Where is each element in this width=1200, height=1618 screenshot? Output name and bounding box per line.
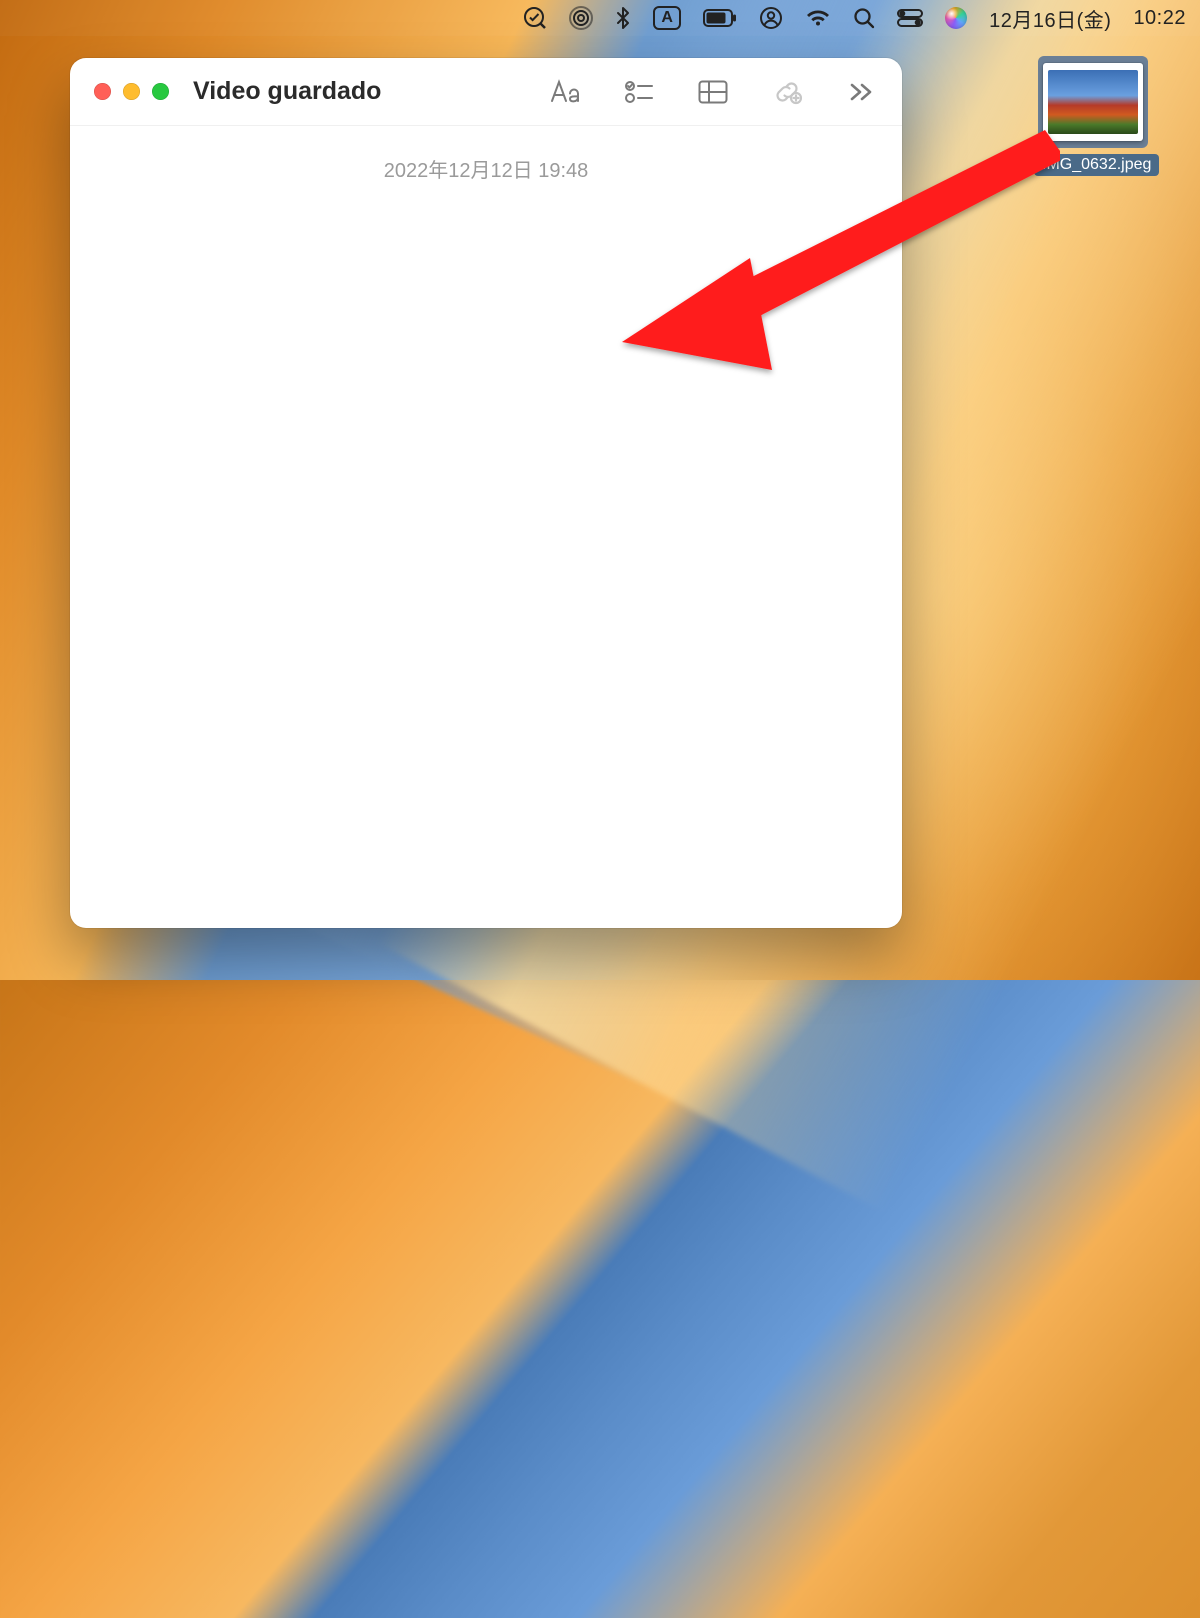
- siri-icon[interactable]: [945, 7, 967, 29]
- close-button[interactable]: [94, 83, 111, 100]
- zoom-button[interactable]: [152, 83, 169, 100]
- notes-window: Video guardado: [70, 58, 902, 928]
- traffic-lights: [94, 83, 169, 100]
- file-thumbnail-image: [1048, 70, 1138, 134]
- minimize-button[interactable]: [123, 83, 140, 100]
- ime-letter: A: [653, 6, 681, 30]
- battery-icon[interactable]: [703, 9, 737, 27]
- window-title: Video guardado: [193, 77, 381, 106]
- input-source-indicator[interactable]: A: [653, 6, 681, 30]
- user-account-icon[interactable]: [759, 6, 783, 30]
- checklist-button[interactable]: [622, 75, 656, 109]
- control-center-icon[interactable]: [897, 9, 923, 27]
- window-titlebar[interactable]: Video guardado: [70, 58, 902, 126]
- spotlight-search-icon[interactable]: [853, 7, 875, 29]
- menubar-time[interactable]: 10:22: [1133, 7, 1186, 30]
- wifi-icon[interactable]: [805, 8, 831, 28]
- notes-toolbar: [381, 75, 878, 109]
- menubar: A 12月16日(金) 10:22: [0, 0, 1200, 36]
- file-name-label: IMG_0632.jpeg: [1034, 154, 1159, 176]
- file-selection-highlight: [1038, 56, 1148, 148]
- format-button[interactable]: [548, 75, 582, 109]
- link-button[interactable]: [770, 75, 804, 109]
- table-button[interactable]: [696, 75, 730, 109]
- bluetooth-icon[interactable]: [615, 6, 631, 30]
- menubar-date[interactable]: 12月16日(金): [989, 4, 1111, 33]
- desktop-file[interactable]: IMG_0632.jpeg: [1034, 56, 1152, 176]
- task-check-icon[interactable]: [523, 6, 547, 30]
- file-thumbnail-frame: [1043, 63, 1143, 141]
- note-body[interactable]: 2022年12月12日 19:48: [70, 126, 902, 211]
- airdrop-icon[interactable]: [569, 6, 593, 30]
- note-timestamp: 2022年12月12日 19:48: [98, 154, 874, 183]
- more-toolbar-button[interactable]: [844, 75, 878, 109]
